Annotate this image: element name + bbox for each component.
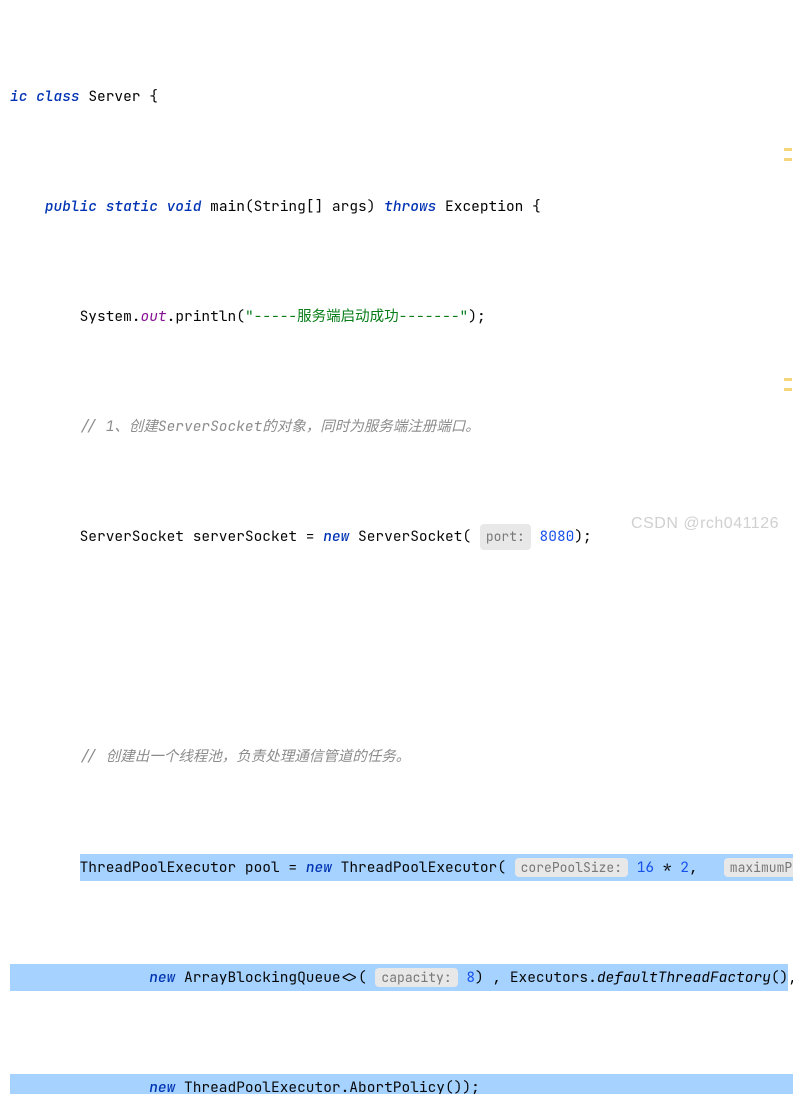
code-line[interactable]: ThreadPoolExecutor pool = new ThreadPool… [10,854,793,882]
comment: // 创建出一个线程池，负责处理通信管道的任务。 [80,743,411,771]
inlay-hint: port: [480,524,531,551]
keyword: new [306,858,332,877]
brace: { [523,193,540,221]
text: ThreadPoolExecutor.AbortPolicy()); [175,1078,480,1094]
watermark: CSDN @rch041126 [631,509,779,539]
keyword: public static void [45,193,202,221]
brace: { [141,83,158,111]
method-name: main [210,193,245,221]
marker[interactable] [784,388,792,391]
keyword: ic class [10,83,80,111]
code-line[interactable]: // 1、创建ServerSocket的对象，同时为服务端注册端口。 [10,413,793,441]
marker[interactable] [784,148,792,151]
code-line[interactable]: new ThreadPoolExecutor.AbortPolicy()); [10,1074,793,1094]
code-line[interactable]: ic class Server { [10,83,793,111]
text: ThreadPoolExecutor pool = [80,858,306,877]
selection: new ArrayBlockingQueue<>( capacity: 8) ,… [10,964,788,992]
blank-line[interactable] [10,633,793,661]
number: 16 [628,858,654,877]
params: (String[] args) [245,193,376,221]
string-literal: "-----服务端启动成功-------" [245,303,468,331]
text: .println( [167,303,245,331]
text: ); [468,303,485,331]
class-name: Server [88,83,140,111]
code-editor[interactable]: ic class Server { public static void mai… [0,0,793,1094]
text: ArrayBlockingQueue<>( [175,968,375,987]
text: , [689,858,724,877]
selection: new ThreadPoolExecutor.AbortPolicy()); [10,1074,793,1094]
static-field: out [141,303,167,331]
marker[interactable] [784,378,792,381]
error-stripe[interactable] [783,0,793,547]
keyword: new [149,968,175,987]
static-method: defaultThreadFactory [597,968,771,987]
number: 2 [680,858,689,877]
number: 8 [458,968,475,987]
code-line[interactable]: System.out.println("-----服务端启动成功-------"… [10,303,793,331]
inlay-hint: maximumPoo [724,858,793,877]
exception: Exception [445,193,523,221]
marker[interactable] [784,158,792,161]
text [80,83,89,111]
text: ThreadPoolExecutor( [332,858,515,877]
text: () [771,968,788,987]
code-line[interactable]: public static void main(String[] args) t… [10,193,793,221]
selection: ThreadPoolExecutor pool = new ThreadPool… [80,854,793,882]
comment: // 1、创建ServerSocket的对象，同时为服务端注册端口。 [80,413,480,441]
operator: * [654,858,680,877]
text: System. [80,303,141,331]
code-line[interactable]: new ArrayBlockingQueue<>( capacity: 8) ,… [10,964,793,992]
keyword: throws [384,193,436,221]
inlay-hint: corePoolSize: [515,858,628,877]
keyword: new [149,1078,175,1094]
text: ) , Executors. [475,968,597,987]
inlay-hint: capacity: [375,968,457,987]
code-line[interactable]: // 创建出一个线程池，负责处理通信管道的任务。 [10,743,793,771]
text: , [788,964,793,992]
